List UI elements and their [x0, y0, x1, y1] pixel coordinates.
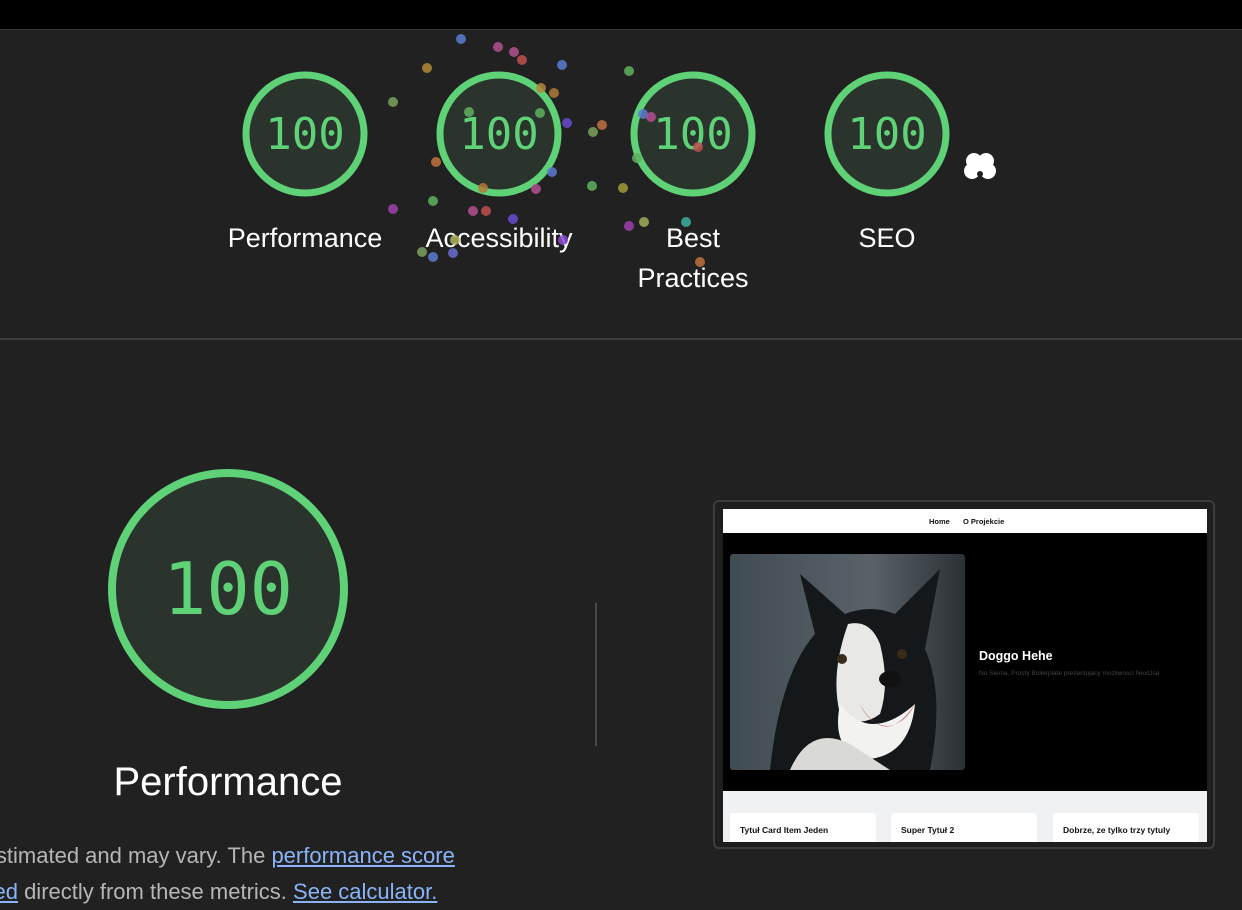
preview-card-title: Dobrze, ze tylko trzy tytuly [1063, 825, 1171, 835]
preview-card: Super Tytuł 2 [891, 813, 1037, 842]
preview-card: Tytuł Card Item Jeden [730, 813, 876, 842]
vertical-divider [595, 603, 597, 746]
preview-card-title: Tytuł Card Item Jeden [740, 825, 829, 835]
performance-description: re estimated and may vary. The performan… [0, 838, 598, 910]
see-calculator-link[interactable]: See calculator. [293, 879, 437, 904]
gauge-score-large: 100 [162, 547, 294, 631]
confetti-decoration [388, 34, 705, 267]
section-divider [0, 338, 1242, 340]
site-preview: Home O Projekcie Doggo Hehe No Siema, Pr… [723, 509, 1207, 842]
preview-nav-home: Home [929, 517, 950, 526]
final-screenshot[interactable]: Home O Projekcie Doggo Hehe No Siema, Pr… [713, 500, 1215, 849]
preview-hero: Doggo Hehe No Siema, Prosty Boilerplate … [723, 533, 1207, 791]
desc-text: directly from these metrics. [17, 879, 294, 904]
preview-card-title: Super Tytuł 2 [901, 825, 955, 835]
performance-score-link[interactable]: performance score [271, 843, 454, 868]
preview-card: Dobrze, ze tylko trzy tytuly [1053, 813, 1199, 842]
preview-nav: Home O Projekcie [723, 509, 1207, 533]
calculated-link[interactable]: ulated [0, 879, 18, 904]
desc-text: re estimated and may vary. The [0, 843, 266, 868]
preview-hero-subtitle: No Siema, Prosty Boilerplate prezentujac… [979, 670, 1160, 677]
preview-nav-about: O Projekcie [963, 517, 1005, 526]
preview-hero-title: Doggo Hehe [979, 649, 1053, 663]
gauge-performance-large: 100 [106, 467, 350, 711]
section-title: Performance [113, 760, 343, 804]
dog-photo [730, 554, 965, 770]
